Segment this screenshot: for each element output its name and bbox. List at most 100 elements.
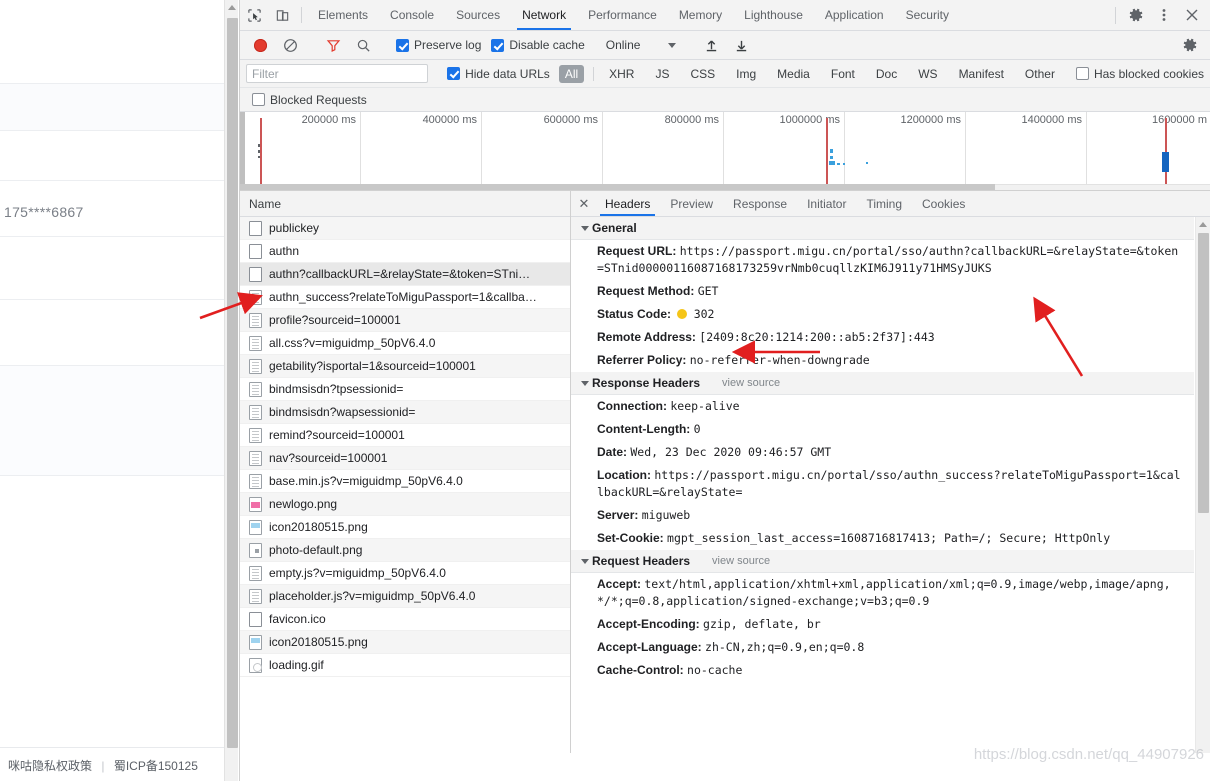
tab-security[interactable]: Security — [895, 0, 960, 30]
page-vertical-scrollbar[interactable] — [224, 0, 238, 781]
table-row[interactable]: placeholder.js?v=miguidmp_50pV6.4.0 — [240, 585, 570, 608]
tab-network[interactable]: Network — [511, 0, 577, 30]
resource-type-manifest[interactable]: Manifest — [953, 65, 1010, 83]
triangle-down-icon — [581, 559, 589, 565]
section-request-headers[interactable]: Request Headers view source — [571, 550, 1194, 573]
request-name: getability?isportal=1&sourceid=100001 — [269, 359, 476, 373]
resource-type-img[interactable]: Img — [730, 65, 762, 83]
table-row[interactable]: nav?sourceid=100001 — [240, 447, 570, 470]
detail-tab-cookies[interactable]: Cookies — [912, 191, 975, 216]
checkbox-box[interactable] — [491, 38, 505, 52]
view-source-link[interactable]: view source — [722, 377, 780, 389]
table-row[interactable]: empty.js?v=miguidmp_50pV6.4.0 — [240, 562, 570, 585]
section-general[interactable]: General — [571, 217, 1194, 240]
tab-label: Console — [390, 8, 435, 22]
tab-label: Cookies — [922, 196, 966, 211]
filter-divider — [593, 66, 595, 81]
checkbox-box[interactable] — [1075, 67, 1089, 80]
resource-type-font[interactable]: Font — [825, 65, 861, 83]
network-toolbar: Preserve log Disable cache Online — [240, 31, 1210, 60]
table-row[interactable]: loading.gif — [240, 654, 570, 677]
network-throttling-select[interactable]: Online — [600, 38, 683, 52]
table-row[interactable]: authn — [240, 240, 570, 263]
tab-memory[interactable]: Memory — [668, 0, 733, 30]
detail-tab-response[interactable]: Response — [723, 191, 797, 216]
preserve-log-checkbox[interactable]: Preserve log — [396, 38, 481, 52]
scroll-up-arrow-icon[interactable] — [228, 5, 236, 10]
checkbox-box[interactable] — [447, 67, 461, 80]
clear-button[interactable] — [276, 38, 304, 53]
more-options-icon[interactable] — [1150, 7, 1178, 23]
privacy-policy-link[interactable]: 咪咕隐私权政策 — [8, 759, 92, 773]
section-response-headers[interactable]: Response Headers view source — [571, 372, 1194, 395]
export-har-icon[interactable] — [727, 38, 755, 53]
filter-input[interactable]: Filter — [246, 64, 429, 83]
checkbox-box[interactable] — [396, 38, 409, 52]
scrollbar-thumb[interactable] — [227, 18, 238, 748]
table-row[interactable]: bindmsisdn?tpsessionid= — [240, 378, 570, 401]
detail-tab-preview[interactable]: Preview — [660, 191, 723, 216]
blocked-requests-checkbox[interactable]: Blocked Requests — [252, 93, 367, 107]
table-row[interactable]: base.min.js?v=miguidmp_50pV6.4.0 — [240, 470, 570, 493]
header-row: Set-Cookie: mgpt_session_last_access=160… — [571, 527, 1194, 550]
table-row[interactable]: getability?isportal=1&sourceid=100001 — [240, 355, 570, 378]
request-rows[interactable]: publickey authn authn?callbackURL=&relay… — [240, 217, 570, 753]
search-icon[interactable] — [349, 38, 377, 53]
table-row[interactable]: publickey — [240, 217, 570, 240]
tab-label: Application — [824, 8, 884, 22]
table-row[interactable]: favicon.ico — [240, 608, 570, 631]
request-list-header[interactable]: Name — [240, 191, 570, 217]
tab-lighthouse[interactable]: Lighthouse — [733, 0, 814, 30]
table-row[interactable]: icon20180515.png — [240, 516, 570, 539]
header-key: Connection: — [597, 399, 667, 413]
resource-type-css[interactable]: CSS — [684, 65, 721, 83]
tab-performance[interactable]: Performance — [577, 0, 668, 30]
table-row[interactable]: all.css?v=miguidmp_50pV6.4.0 — [240, 332, 570, 355]
record-button[interactable] — [246, 38, 274, 52]
header-key: Accept: — [597, 577, 642, 591]
table-row[interactable]: photo-default.png — [240, 539, 570, 562]
detail-tab-headers[interactable]: Headers — [595, 191, 660, 216]
network-overview-timeline[interactable]: 200000 ms 400000 ms 600000 ms 800000 ms … — [240, 112, 1210, 191]
resource-type-doc[interactable]: Doc — [870, 65, 903, 83]
table-row[interactable]: remind?sourceid=100001 — [240, 424, 570, 447]
checkbox-box[interactable] — [252, 93, 265, 106]
scrollbar-thumb[interactable] — [240, 184, 995, 190]
resource-type-ws[interactable]: WS — [912, 65, 943, 83]
detail-vertical-scrollbar[interactable] — [1195, 217, 1210, 753]
view-source-link[interactable]: view source — [712, 555, 770, 567]
tab-console[interactable]: Console — [379, 0, 445, 30]
resource-type-js[interactable]: JS — [649, 65, 675, 83]
table-row[interactable]: profile?sourceid=100001 — [240, 309, 570, 332]
resource-type-all[interactable]: All — [558, 64, 585, 83]
detail-tab-initiator[interactable]: Initiator — [797, 191, 856, 216]
table-row[interactable]: newlogo.png — [240, 493, 570, 516]
resource-type-media[interactable]: Media — [771, 65, 816, 83]
disable-cache-checkbox[interactable]: Disable cache — [491, 38, 585, 52]
scroll-up-arrow-icon[interactable] — [1199, 222, 1207, 227]
toggle-device-toolbar-icon[interactable] — [268, 0, 296, 30]
tab-application[interactable]: Application — [814, 0, 895, 30]
header-row: Request Method: GET — [571, 280, 1194, 303]
close-icon[interactable] — [1178, 8, 1206, 22]
resource-type-other[interactable]: Other — [1019, 65, 1061, 83]
detail-tab-timing[interactable]: Timing — [856, 191, 912, 216]
table-row[interactable]: authn?callbackURL=&relayState=&token=STn… — [240, 263, 570, 286]
devtools-tab-bar: Elements Console Sources Network Perform… — [240, 0, 1210, 31]
tab-elements[interactable]: Elements — [307, 0, 379, 30]
overview-horizontal-scrollbar[interactable] — [240, 184, 1210, 190]
table-row[interactable]: icon20180515.png — [240, 631, 570, 654]
gear-icon[interactable] — [1122, 7, 1150, 23]
tab-sources[interactable]: Sources — [445, 0, 511, 30]
hide-data-urls-checkbox[interactable]: Hide data URLs — [447, 67, 550, 81]
import-har-icon[interactable] — [697, 38, 725, 53]
network-settings-gear-icon[interactable] — [1176, 37, 1204, 53]
close-detail-icon[interactable]: ✕ — [573, 191, 595, 216]
inspect-element-icon[interactable] — [240, 0, 268, 30]
scrollbar-thumb[interactable] — [1198, 233, 1209, 513]
table-row[interactable]: bindmsisdn?wapsessionid= — [240, 401, 570, 424]
has-blocked-cookies-checkbox[interactable]: Has blocked cookies — [1075, 67, 1204, 81]
table-row[interactable]: authn_success?relateToMiguPassport=1&cal… — [240, 286, 570, 309]
filter-icon[interactable] — [319, 38, 347, 53]
resource-type-xhr[interactable]: XHR — [603, 65, 640, 83]
